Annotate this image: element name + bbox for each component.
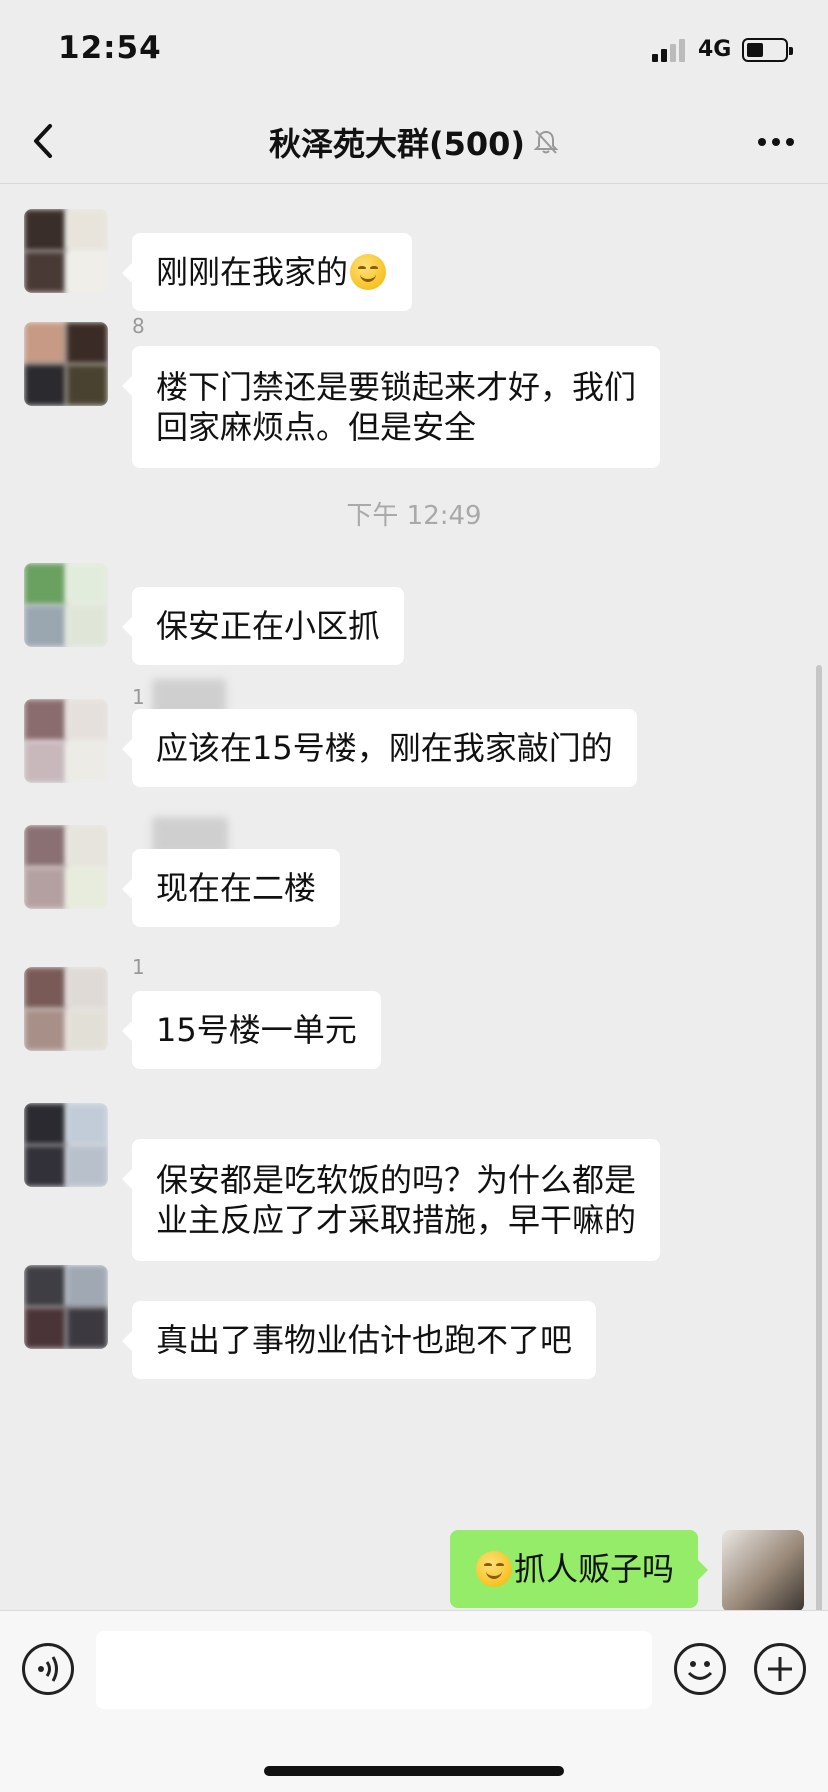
message-input-bar <box>0 1610 828 1792</box>
my-avatar[interactable] <box>722 1530 804 1610</box>
message-item-mine: 抓人贩子吗 <box>0 1530 828 1610</box>
message-text-line: 楼下门禁还是要锁起来才好，我们 <box>156 368 637 406</box>
message-item: 8 楼下门禁还是要锁起来才好，我们 回家麻烦点。但是安全 <box>0 310 828 468</box>
message-text-line: 业主反应了才采取措施，早干嘛的 <box>156 1201 637 1239</box>
back-button[interactable] <box>24 116 64 166</box>
avatar[interactable] <box>24 563 108 647</box>
avatar[interactable] <box>24 1265 108 1349</box>
message-item: 1 15号楼一单元 <box>0 955 828 1069</box>
emoji-button[interactable] <box>674 1643 726 1695</box>
voice-wave-icon <box>38 1656 58 1682</box>
message-item: 保安正在小区抓 <box>0 563 828 673</box>
more-options-button[interactable] <box>754 122 798 162</box>
message-text: 真出了事物业估计也跑不了吧 <box>156 1321 573 1359</box>
message-item: 1 应该在15号楼，刚在我家敲门的 <box>0 679 828 795</box>
chevron-left-icon <box>34 124 52 158</box>
message-text: 保安正在小区抓 <box>156 607 381 645</box>
message-item: 真出了事物业估计也跑不了吧 <box>0 1265 828 1379</box>
plus-icon <box>768 1657 792 1681</box>
message-text: 应该在15号楼，刚在我家敲门的 <box>156 729 613 767</box>
message-bubble[interactable]: 保安正在小区抓 <box>121 587 405 665</box>
chat-header: 秋泽苑大群(500) <box>0 100 828 184</box>
network-type-label: 4G <box>698 37 732 62</box>
message-text: 抓人贩子吗 <box>513 1550 674 1588</box>
avatar[interactable] <box>24 825 108 909</box>
message-text-line: 保安都是吃软饭的吗？为什么都是 <box>156 1161 637 1199</box>
status-bar: 12:54 4G <box>0 0 828 100</box>
signal-strength-icon <box>652 38 692 62</box>
sender-name: 1 <box>132 685 145 709</box>
voice-input-button[interactable] <box>22 1643 74 1695</box>
message-item: 现在在二楼 <box>0 817 828 935</box>
message-bubble[interactable]: 楼下门禁还是要锁起来才好，我们 回家麻烦点。但是安全 <box>121 346 661 468</box>
scrollbar[interactable] <box>816 665 822 1610</box>
home-indicator[interactable] <box>264 1766 564 1776</box>
avatar[interactable] <box>24 1103 108 1187</box>
avatar[interactable] <box>24 967 108 1051</box>
status-time: 12:54 <box>58 30 162 66</box>
avatar[interactable] <box>24 322 108 406</box>
my-message-bubble[interactable]: 抓人贩子吗 <box>449 1530 709 1608</box>
message-text: 刚刚在我家的 <box>156 253 349 291</box>
crying-laughing-emoji-icon <box>350 254 387 290</box>
message-item: 保安都是吃软饭的吗？为什么都是 业主反应了才采取措施，早干嘛的 <box>0 1081 828 1261</box>
more-functions-button[interactable] <box>754 1643 806 1695</box>
message-bubble[interactable]: 15号楼一单元 <box>122 991 381 1069</box>
chat-title-group: 秋泽苑大群(500) <box>0 100 828 184</box>
message-bubble[interactable]: 刚刚在我家的 <box>121 233 413 311</box>
muted-bell-icon <box>533 130 559 154</box>
chat-title: 秋泽苑大群(500) <box>268 125 526 163</box>
message-timestamp: 下午 12:49 <box>346 501 482 531</box>
message-text: 现在在二楼 <box>156 869 317 907</box>
ellipsis-icon <box>758 138 794 146</box>
sender-name: 1 <box>132 955 145 979</box>
avatar[interactable] <box>24 209 108 293</box>
message-bubble[interactable]: 现在在二楼 <box>121 849 341 927</box>
message-bubble[interactable]: 应该在15号楼，刚在我家敲门的 <box>122 709 637 787</box>
message-text: 15号楼一单元 <box>156 1011 357 1049</box>
message-bubble[interactable]: 真出了事物业估计也跑不了吧 <box>121 1301 597 1379</box>
message-text-line: 回家麻烦点。但是安全 <box>156 408 477 446</box>
smiley-face-icon <box>687 1661 713 1680</box>
battery-icon <box>742 38 793 62</box>
sender-name: 8 <box>132 314 145 338</box>
message-bubble[interactable]: 保安都是吃软饭的吗？为什么都是 业主反应了才采取措施，早干嘛的 <box>121 1139 661 1261</box>
smiling-emoji-icon <box>475 1551 512 1587</box>
message-input[interactable] <box>96 1631 652 1709</box>
message-list[interactable]: 刚刚在我家的 8 楼下门禁还是要锁起来才好，我们 回家麻烦点。但是安全 下午 1… <box>0 185 828 1610</box>
avatar[interactable] <box>24 699 108 783</box>
message-item: 刚刚在我家的 <box>0 195 828 311</box>
